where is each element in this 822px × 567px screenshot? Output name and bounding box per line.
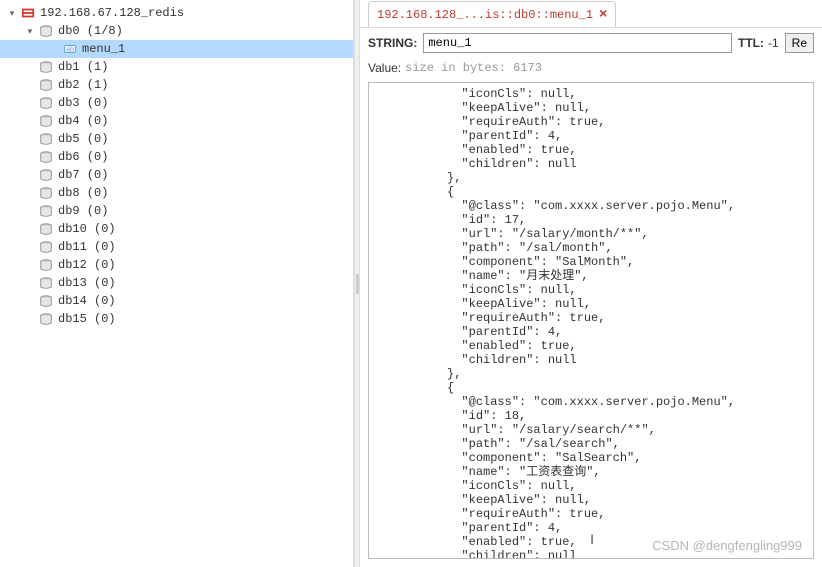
tree-db-item[interactable]: ▾db14 (0) [0,292,353,310]
tree-db-item[interactable]: ▾db12 (0) [0,256,353,274]
database-icon [38,311,54,327]
chevron-down-icon[interactable]: ▾ [6,8,18,19]
tree-db-item[interactable]: ▾db15 (0) [0,310,353,328]
tree-root-label: 192.168.67.128_redis [40,6,184,20]
tree-db-item[interactable]: ▾db11 (0) [0,238,353,256]
database-icon [38,149,54,165]
value-label: Value: [368,61,401,75]
database-icon [38,23,54,39]
key-name-input[interactable] [423,33,732,53]
value-meta-row: Value: size in bytes: 6173 [360,58,822,78]
redis-server-icon [20,5,36,21]
tree-db-label: db12 (0) [58,258,116,272]
type-label: STRING: [368,36,417,50]
tree-db-item[interactable]: ▾db3 (0) [0,94,353,112]
tree-db-item[interactable]: ▾db9 (0) [0,202,353,220]
editor-tab[interactable]: 192.168.128_...is::db0::menu_1 × [368,1,616,27]
db-tree-sidebar: ▾ 192.168.67.128_redis ▾ db0 (1/8) ▾ ab … [0,0,354,567]
tree-db-expanded[interactable]: ▾ db0 (1/8) [0,22,353,40]
tree-key-label: menu_1 [82,42,125,56]
tree-db-label: db9 (0) [58,204,108,218]
tree-db-label: db15 (0) [58,312,116,326]
tree-root[interactable]: ▾ 192.168.67.128_redis [0,4,353,22]
tree-db-label: db3 (0) [58,96,108,110]
database-icon [38,167,54,183]
database-icon [38,275,54,291]
tree-db0-label: db0 (1/8) [58,24,123,38]
ttl-value: -1 [768,36,779,50]
main-panel: 192.168.128_...is::db0::menu_1 × STRING:… [360,0,822,567]
tree-db-label: db1 (1) [58,60,108,74]
database-icon [38,221,54,237]
database-icon [38,257,54,273]
tree-db-label: db7 (0) [58,168,108,182]
tree-db-item[interactable]: ▾db6 (0) [0,148,353,166]
splitter-handle[interactable] [354,0,360,567]
tab-bar: 192.168.128_...is::db0::menu_1 × [360,0,822,28]
key-string-icon: ab [62,41,78,57]
tree-db-label: db5 (0) [58,132,108,146]
tree-db-label: db2 (1) [58,78,108,92]
database-icon [38,293,54,309]
tree-db-label: db10 (0) [58,222,116,236]
chevron-down-icon[interactable]: ▾ [24,26,36,37]
tree-key-selected[interactable]: ▾ ab menu_1 [0,40,353,58]
tree-db-label: db8 (0) [58,186,108,200]
close-icon[interactable]: × [599,7,607,23]
ttl-label: TTL: [738,36,764,50]
tree-db-item[interactable]: ▾db10 (0) [0,220,353,238]
database-icon [38,131,54,147]
database-icon [38,95,54,111]
database-icon [38,185,54,201]
svg-text:ab: ab [66,47,74,54]
tree-db-item[interactable]: ▾db5 (0) [0,130,353,148]
key-header-row: STRING: TTL: -1 Re [360,28,822,58]
tree-db-label: db4 (0) [58,114,108,128]
value-size: size in bytes: 6173 [405,61,542,75]
tree-db-item[interactable]: ▾db8 (0) [0,184,353,202]
tree-db-label: db6 (0) [58,150,108,164]
tree-db-label: db14 (0) [58,294,116,308]
database-icon [38,203,54,219]
database-icon [38,113,54,129]
tree-db-item[interactable]: ▾db13 (0) [0,274,353,292]
database-icon [38,59,54,75]
database-icon [38,239,54,255]
tree-db-label: db13 (0) [58,276,116,290]
rename-button[interactable]: Re [785,33,814,53]
value-textarea[interactable]: "iconCls": null, "keepAlive": null, "req… [368,82,814,559]
tree-db-item[interactable]: ▾db4 (0) [0,112,353,130]
tab-label: 192.168.128_...is::db0::menu_1 [377,8,593,22]
tree-db-label: db11 (0) [58,240,116,254]
tree-db-item[interactable]: ▾db1 (1) [0,58,353,76]
tree-db-item[interactable]: ▾db7 (0) [0,166,353,184]
database-icon [38,77,54,93]
tree-db-item[interactable]: ▾db2 (1) [0,76,353,94]
